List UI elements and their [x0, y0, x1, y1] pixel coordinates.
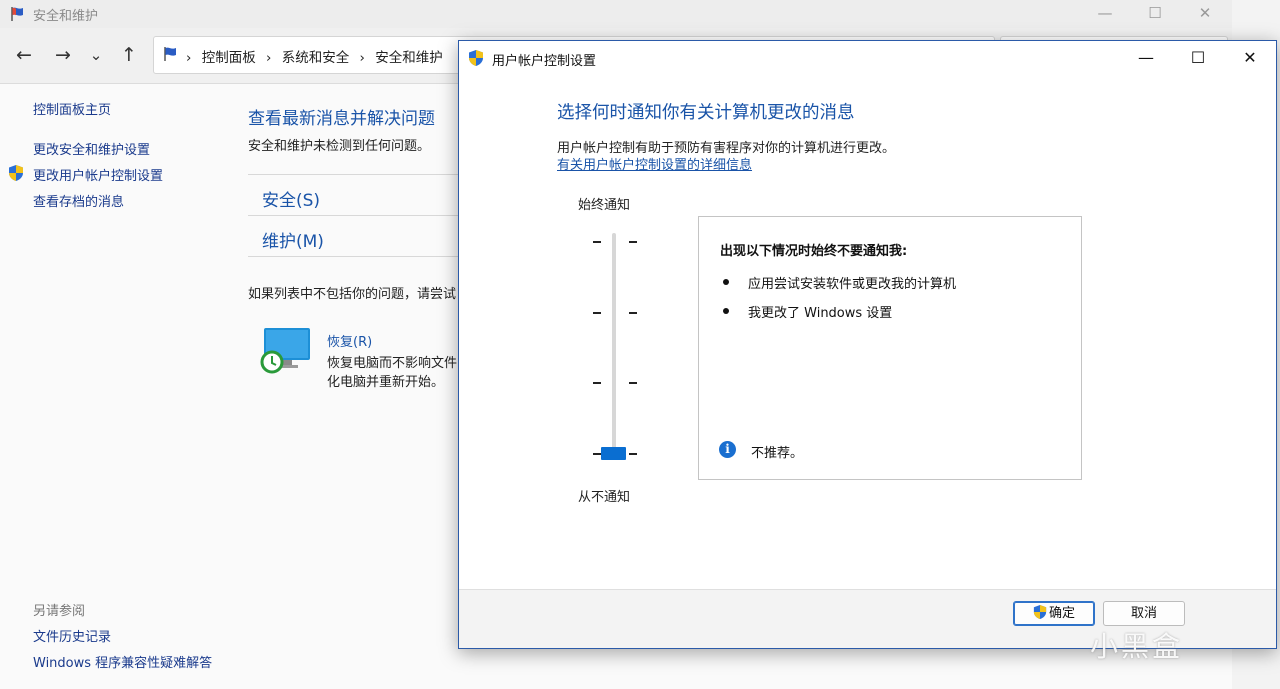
uac-shield-icon: [9, 165, 23, 181]
divider: [248, 215, 468, 216]
slider-track[interactable]: [612, 233, 616, 455]
recovery-icon: [260, 328, 310, 374]
recovery-link[interactable]: 恢复(R): [327, 331, 372, 350]
slider-tick: [629, 311, 637, 314]
see-also-label: 另请参阅: [33, 604, 86, 619]
breadcrumb-separator: ›: [266, 50, 272, 66]
breadcrumb-system-security[interactable]: 系统和安全: [282, 50, 350, 66]
sidebar-item-archived-messages[interactable]: 查看存档的消息: [33, 191, 124, 210]
sidebar-item-file-history[interactable]: 文件历史记录: [33, 626, 111, 645]
watermark-logo: 小黑盒: [1090, 630, 1184, 663]
slider-bottom-label: 从不通知: [578, 490, 631, 505]
troubleshoot-note: 如果列表中不包括你的问题，请尝试: [248, 287, 457, 302]
panel-item: 应用尝试安装软件或更改我的计算机: [748, 277, 957, 292]
recovery-description-line1: 恢复电脑而不影响文件: [327, 356, 458, 371]
recovery-description-line2: 化电脑并重新开始。: [327, 375, 445, 390]
back-button[interactable]: ←: [13, 44, 35, 66]
slider-tick: [593, 382, 601, 385]
section-security[interactable]: 安全(S): [262, 186, 320, 211]
divider: [248, 174, 468, 175]
uac-info-link[interactable]: 有关用户帐户控制设置的详细信息: [557, 154, 752, 173]
ok-button[interactable]: 确定: [1013, 601, 1095, 626]
slider-top-label: 始终通知: [578, 198, 631, 213]
bg-title-bar: 安全和维护 — ☐ ✕: [0, 0, 1232, 28]
section-maintenance[interactable]: 维护(M): [262, 227, 324, 252]
dialog-close-button[interactable]: ✕: [1224, 41, 1276, 75]
breadcrumb-control-panel[interactable]: 控制面板: [202, 50, 256, 66]
level-description-panel: 出现以下情况时始终不要通知我: 应用尝试安装软件或更改我的计算机 我更改了 Wi…: [698, 216, 1082, 480]
panel-title: 出现以下情况时始终不要通知我:: [720, 244, 908, 259]
dialog-title-bar: 用户帐户控制设置 — ☐ ✕: [459, 41, 1276, 75]
slider-tick: [629, 453, 637, 455]
dialog-minimize-button[interactable]: —: [1120, 41, 1172, 75]
flag-icon: [11, 7, 23, 21]
breadcrumb: › 控制面板 › 系统和安全 › 安全和维护: [186, 46, 449, 66]
slider-tick: [629, 241, 637, 243]
uac-shield-icon: [469, 50, 483, 66]
dialog-maximize-button[interactable]: ☐: [1172, 41, 1224, 75]
sidebar-item-uac-settings[interactable]: 更改用户帐户控制设置: [33, 165, 163, 184]
slider-tick: [593, 241, 601, 243]
breadcrumb-separator: ›: [186, 50, 192, 66]
sidebar-item-compatibility-troubleshooter[interactable]: Windows 程序兼容性疑难解答: [33, 652, 212, 671]
dialog-heading: 选择何时通知你有关计算机更改的消息: [557, 103, 855, 123]
bg-maximize-button[interactable]: ☐: [1132, 0, 1178, 28]
uac-shield-icon: [1033, 605, 1047, 619]
slider-tick: [593, 311, 601, 314]
breadcrumb-security-maintenance[interactable]: 安全和维护: [375, 50, 443, 66]
breadcrumb-separator: ›: [359, 50, 365, 66]
dialog-title: 用户帐户控制设置: [492, 54, 597, 69]
panel-item: 我更改了 Windows 设置: [748, 306, 893, 321]
status-text: 安全和维护未检测到任何问题。: [248, 139, 431, 154]
page-title: 查看最新消息并解决问题: [248, 109, 435, 129]
bullet-icon: [723, 308, 729, 314]
up-button[interactable]: ↑: [118, 44, 140, 66]
slider-tick: [629, 382, 637, 385]
bg-close-button[interactable]: ✕: [1182, 0, 1228, 28]
info-icon: i: [719, 441, 736, 458]
recent-locations-button[interactable]: ⌄: [85, 44, 107, 66]
sidebar-item-change-settings[interactable]: 更改安全和维护设置: [33, 139, 150, 158]
address-flag-icon: [164, 47, 176, 61]
forward-button[interactable]: →: [52, 44, 74, 66]
bg-minimize-button[interactable]: —: [1082, 0, 1128, 28]
uac-settings-dialog: 用户帐户控制设置 — ☐ ✕ 选择何时通知你有关计算机更改的消息 用户帐户控制有…: [458, 40, 1277, 649]
ok-button-label: 确定: [1048, 606, 1075, 621]
sidebar-item-home[interactable]: 控制面板主页: [33, 99, 111, 118]
not-recommended-note: 不推荐。: [751, 446, 804, 461]
slider-thumb[interactable]: [601, 447, 626, 460]
divider: [248, 256, 468, 257]
cancel-button[interactable]: 取消: [1103, 601, 1185, 626]
bullet-icon: [723, 279, 729, 285]
bg-window-title: 安全和维护: [33, 9, 99, 24]
slider-tick: [593, 453, 601, 455]
